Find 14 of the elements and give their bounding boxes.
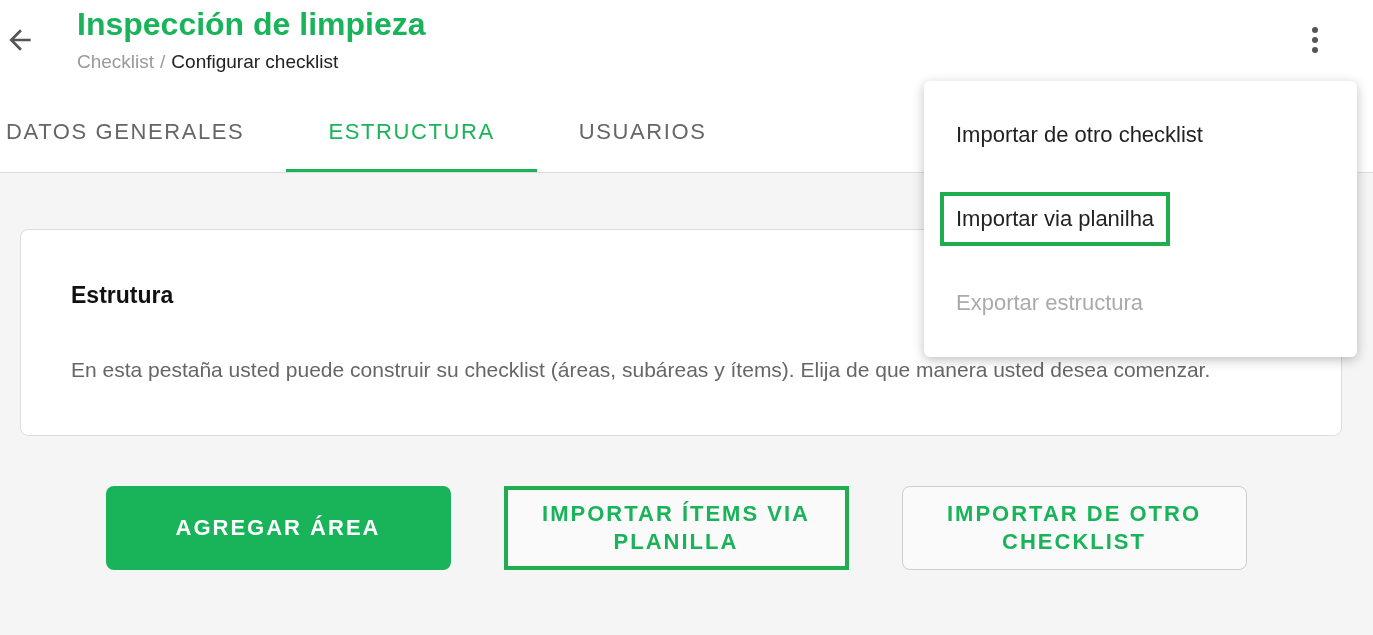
tab[interactable]: USUARIOS [536,95,749,172]
more-options-icon[interactable] [1311,26,1319,54]
breadcrumb-link[interactable]: Checklist [77,51,155,73]
breadcrumb-current: Configurar checklist [171,51,339,73]
menu-item[interactable]: Importar de otro checklist [940,108,1219,162]
card-title: Estrutura [71,282,174,309]
breadcrumb-separator: / [160,51,166,73]
page-title: Inspección de limpieza [77,6,426,43]
import-button[interactable]: IMPORTAR ÍTEMS VIA PLANILLA [503,486,849,570]
menu-item[interactable]: Importar via planilha [940,192,1171,246]
add-area-button[interactable]: AGREGAR ÁREA [105,486,451,570]
import-button[interactable]: IMPORTAR DE OTRO CHECKLIST [901,486,1247,570]
tab[interactable]: DATOS GENERALES [0,95,287,172]
card-description: En esta pestaña usted puede construir su checklist (áreas, subáreas y ítems). Elija de que manera usted desea comenzar. [71,357,1212,383]
